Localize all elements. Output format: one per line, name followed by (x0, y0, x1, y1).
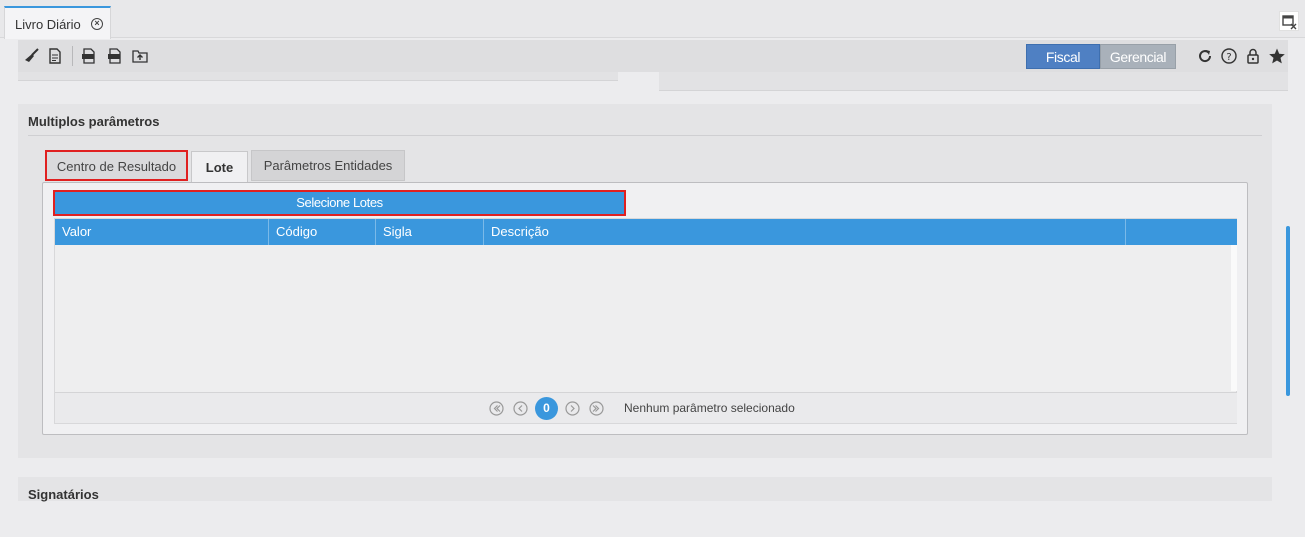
tab-parametros-entidades[interactable]: Parâmetros Entidades (251, 150, 405, 181)
section-divider (28, 135, 1262, 136)
column-header-valor[interactable]: Valor (55, 219, 269, 245)
previous-page-icon[interactable] (513, 401, 528, 416)
section-title-signatarios: Signatários (28, 487, 99, 502)
signatarios-section: Signatários (18, 477, 1272, 502)
grid-scrollbar[interactable] (1231, 245, 1237, 391)
selecione-lotes-button[interactable]: Selecione Lotes (53, 190, 626, 216)
collapsed-panel-left (18, 72, 618, 81)
help-icon[interactable]: ? (1220, 47, 1238, 65)
gerencial-toggle-button[interactable]: Gerencial (1100, 44, 1176, 69)
export-pdf-icon[interactable] (80, 47, 98, 65)
broom-icon[interactable] (23, 47, 41, 65)
window-tab-strip: Livro Diário × (0, 0, 1305, 39)
next-page-icon[interactable] (565, 401, 580, 416)
close-tab-icon[interactable]: × (91, 18, 103, 30)
upload-folder-icon[interactable] (131, 47, 149, 65)
tab-panel-lote: Selecione Lotes Valor Código Sigla Descr… (42, 182, 1248, 435)
grid-pager: 0 Nenhum parâmetro selecionado (55, 392, 1237, 423)
document-icon[interactable] (46, 47, 64, 65)
export-csv-icon[interactable] (106, 47, 124, 65)
column-header-codigo[interactable]: Código (269, 219, 376, 245)
collapsed-panel-right (659, 72, 1288, 91)
column-header-sigla[interactable]: Sigla (376, 219, 484, 245)
tab-title: Livro Diário (15, 17, 81, 32)
grid-body (55, 245, 1237, 391)
lotes-grid: Valor Código Sigla Descrição 0 Nenhum pa… (54, 218, 1237, 424)
page-scrollbar[interactable] (1286, 226, 1290, 396)
close-all-tabs-icon[interactable] (1279, 11, 1299, 31)
current-page-indicator[interactable]: 0 (535, 397, 558, 420)
tab-lote[interactable]: Lote (191, 151, 248, 183)
svg-text:?: ? (1226, 52, 1231, 63)
tab-livro-diario[interactable]: Livro Diário × (4, 6, 111, 39)
tab-centro-de-resultado[interactable]: Centro de Resultado (45, 150, 188, 181)
multiplos-parametros-section: Multiplos parâmetros Centro de Resultado… (18, 104, 1272, 458)
fiscal-toggle-button[interactable]: Fiscal (1026, 44, 1100, 69)
first-page-icon[interactable] (489, 401, 504, 416)
refresh-icon[interactable] (1196, 47, 1214, 65)
grid-header: Valor Código Sigla Descrição (55, 219, 1237, 245)
toolbar-separator (72, 46, 73, 66)
toolbar: Fiscal Gerencial ? (18, 40, 1288, 72)
section-title: Multiplos parâmetros (28, 114, 160, 129)
favorite-star-icon[interactable] (1268, 47, 1286, 65)
lock-icon[interactable] (1244, 47, 1262, 65)
column-header-descricao[interactable]: Descrição (484, 219, 1126, 245)
last-page-icon[interactable] (589, 401, 604, 416)
pager-status-text: Nenhum parâmetro selecionado (624, 401, 795, 415)
